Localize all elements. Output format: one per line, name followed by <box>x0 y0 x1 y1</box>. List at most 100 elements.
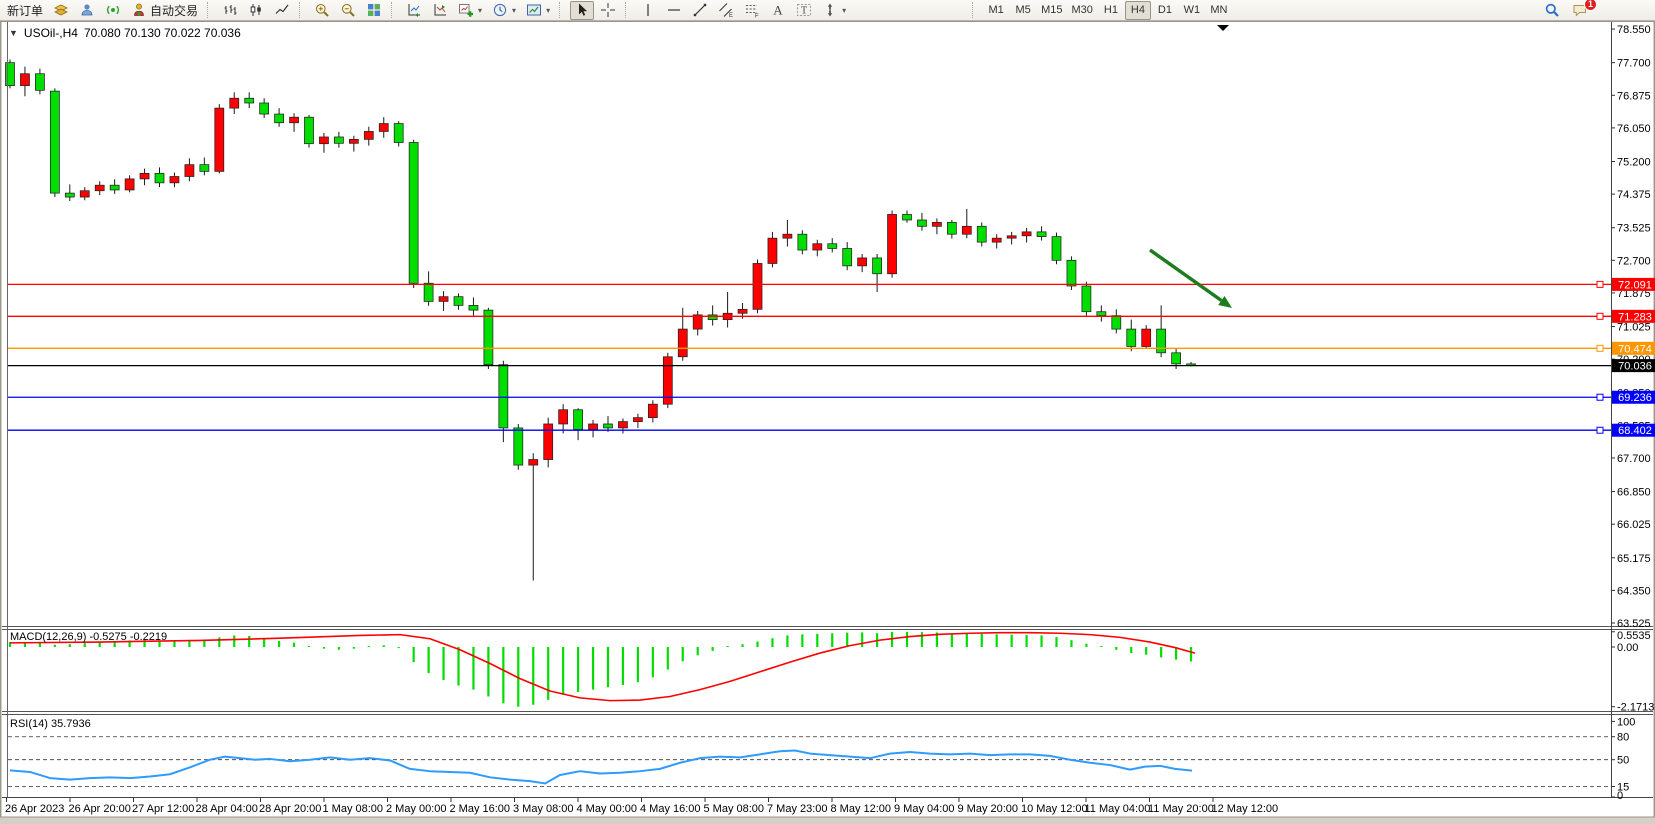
notifications-button[interactable]: 1 <box>1568 1 1592 20</box>
time-label: 10 May 12:00 <box>1021 803 1088 815</box>
chart-title: ▼ USOil-,H4 70.080 70.130 70.022 70.036 <box>9 26 241 40</box>
timeframe-h4-button[interactable]: H4 <box>1125 1 1151 20</box>
hline-handle[interactable] <box>1597 345 1603 351</box>
arrow-objects-button[interactable]: ▾ <box>818 1 850 20</box>
new-chart-button[interactable]: ▾ <box>454 1 486 20</box>
search-button[interactable] <box>1540 1 1564 20</box>
broadcast-button[interactable] <box>101 1 125 20</box>
timeframe-h1-button[interactable]: H1 <box>1098 1 1124 20</box>
layers-button[interactable] <box>49 1 73 20</box>
time-label: 28 Apr 04:00 <box>196 803 258 815</box>
candle-bear <box>828 244 837 249</box>
zoom-out-button[interactable] <box>336 1 360 20</box>
vertical-line-icon <box>640 2 656 18</box>
candle-bull <box>364 131 373 139</box>
candle-bear <box>200 165 209 172</box>
price-tag-label: 72.091 <box>1618 279 1652 291</box>
hline-handle[interactable] <box>1597 427 1603 433</box>
fibonacci-button[interactable]: F <box>740 1 764 20</box>
rsi-indicator-label: RSI(14) 35.7936 <box>10 718 91 730</box>
time-label: 26 Apr 20:00 <box>69 803 131 815</box>
cursor-icon <box>574 2 590 18</box>
price-tick-label: 66.850 <box>1617 487 1651 499</box>
candle-bull <box>813 244 822 250</box>
timeframe-m15-button[interactable]: M15 <box>1037 1 1066 20</box>
profiles-icon <box>79 2 95 18</box>
timeframe-m1-button[interactable]: M1 <box>983 1 1009 20</box>
text-label-button[interactable]: T <box>792 1 816 20</box>
time-label: 3 May 08:00 <box>513 803 574 815</box>
candle-bull <box>932 222 941 226</box>
hline-handle[interactable] <box>1597 394 1603 400</box>
price-tick-label: 63.525 <box>1617 618 1651 630</box>
time-label: 1 May 08:00 <box>323 803 384 815</box>
candle-bear <box>604 424 613 428</box>
rsi-tick-label: 50 <box>1617 755 1629 767</box>
candle-bear <box>35 74 44 91</box>
zoom-in-button[interactable] <box>310 1 334 20</box>
toolbar-separator <box>299 2 305 18</box>
timeframe-m30-button[interactable]: M30 <box>1068 1 1097 20</box>
autotrading-icon <box>131 2 147 18</box>
macd-indicator-label: MACD(12,26,9) -0.5275 -0.2219 <box>10 631 167 643</box>
candle-bull <box>185 165 194 177</box>
cursor-button[interactable] <box>570 1 594 20</box>
bar-chart-button[interactable] <box>218 1 242 20</box>
equidistant-channel-button[interactable]: E <box>714 1 738 20</box>
tile-windows-button[interactable] <box>362 1 386 20</box>
text-label-icon: T <box>796 2 812 18</box>
candle-bear <box>843 248 852 265</box>
line-chart-button[interactable] <box>270 1 294 20</box>
hline-handle[interactable] <box>1597 313 1603 319</box>
crosshair-button[interactable] <box>596 1 620 20</box>
price-tick-label: 76.050 <box>1617 123 1651 135</box>
template-button[interactable]: ▾ <box>522 1 554 20</box>
chart-canvas[interactable]: 78.55077.70076.87576.05075.20074.37573.5… <box>0 21 1655 818</box>
candle-bear <box>977 226 986 242</box>
equidistant-channel-icon: E <box>718 2 734 18</box>
time-label: 12 May 12:00 <box>1212 803 1279 815</box>
candle-bull <box>648 404 657 417</box>
candle-bear <box>1172 353 1181 364</box>
timeframe-m5-button[interactable]: M5 <box>1010 1 1036 20</box>
timeframe-mn-button[interactable]: MN <box>1206 1 1232 20</box>
candlestick-button[interactable] <box>244 1 268 20</box>
candle-bear <box>245 98 254 103</box>
trendline-button[interactable] <box>688 1 712 20</box>
arrange-charts-button[interactable] <box>402 1 426 20</box>
candle-bear <box>1112 316 1121 329</box>
symbol-collapse-icon[interactable]: ▼ <box>9 28 18 38</box>
candle-bear <box>917 220 926 226</box>
toolbar-separator <box>559 2 565 18</box>
time-label: 26 Apr 2023 <box>5 803 64 815</box>
candle-bull <box>319 137 328 144</box>
chart-window: 78.55077.70076.87576.05075.20074.37573.5… <box>0 21 1655 818</box>
cascade-charts-button[interactable] <box>428 1 452 20</box>
new-order-button[interactable]: 新订单 <box>3 1 47 20</box>
price-tag-label: 71.283 <box>1618 311 1652 323</box>
arrow-objects-icon <box>822 2 838 18</box>
vertical-line-button[interactable] <box>636 1 660 20</box>
candle-bull <box>349 139 358 143</box>
hline-handle[interactable] <box>1597 281 1603 287</box>
horizontal-line-button[interactable] <box>662 1 686 20</box>
candle-bull <box>1142 329 1151 346</box>
period-button[interactable]: ▾ <box>488 1 520 20</box>
candle-bear <box>1157 329 1166 353</box>
text-button[interactable]: A <box>766 1 790 20</box>
autotrading-button[interactable]: 自动交易 <box>127 1 202 20</box>
tile-windows-icon <box>366 2 382 18</box>
profiles-button[interactable] <box>75 1 99 20</box>
candle-bull <box>962 226 971 234</box>
candle-bull <box>80 191 89 197</box>
cascade-charts-icon <box>432 2 448 18</box>
toolbar-separator <box>207 2 213 18</box>
candle-bull <box>678 329 687 357</box>
candle-bull <box>888 214 897 273</box>
timeframe-d1-button[interactable]: D1 <box>1152 1 1178 20</box>
time-label: 4 May 00:00 <box>577 803 638 815</box>
timeframe-w1-button[interactable]: W1 <box>1179 1 1205 20</box>
template-icon <box>526 2 542 18</box>
candle-bear <box>394 124 403 143</box>
candle-bull <box>589 424 598 430</box>
